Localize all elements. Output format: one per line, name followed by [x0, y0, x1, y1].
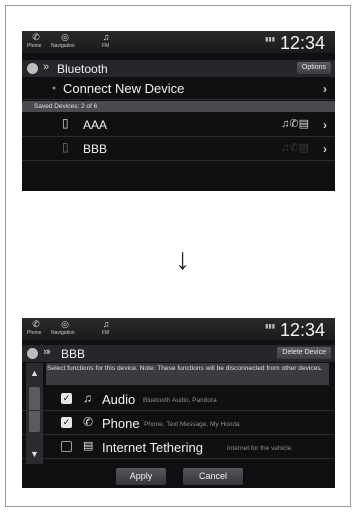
device-features-icons: ♫✆▤ — [281, 118, 309, 130]
breadcrumb-chevron-icon: » — [43, 61, 49, 73]
options-button[interactable]: Options — [296, 62, 331, 74]
chevron-right-icon: › — [323, 142, 327, 156]
instruction-bar: Select functions for this device. Note: … — [46, 363, 329, 385]
phone-device-icon: ▯ — [62, 116, 69, 130]
clock: 12:34 — [279, 33, 325, 53]
page-title: BBB — [61, 347, 86, 361]
connect-new-device-row[interactable]: ● Connect New Device › — [22, 79, 335, 100]
device-name: AAA — [83, 118, 108, 132]
status-bar: ✆ Phone ◎ Navigation ♫ FM ▮▮▮ 12:34 — [22, 318, 335, 340]
function-description: Phone, Text Message, My Honda — [144, 421, 240, 428]
navigation-shortcut-label: Navigation — [51, 330, 75, 336]
device-name: BBB — [83, 142, 108, 156]
navigation-icon[interactable]: ◎ — [54, 319, 76, 329]
signal-icon: ▮▮▮ — [265, 324, 275, 330]
breadcrumb-chevron-icon: »› — [43, 346, 51, 358]
saved-devices-bar: Saved Devices: 2 of 6 — [22, 101, 335, 112]
audio-icon: ♫ — [83, 391, 92, 405]
bluetooth-header: » Bluetooth Options — [22, 60, 335, 77]
tethering-icon: ▤ — [83, 440, 94, 452]
phone-device-icon: ▯ — [62, 140, 69, 154]
bluetooth-screen: ✆ Phone ◎ Navigation ♫ FM ▮▮▮ 12:34 » Bl… — [22, 31, 335, 191]
clock: 12:34 — [279, 320, 325, 340]
function-row-internet-tethering[interactable]: ▤ Internet Tethering Internet for the ve… — [22, 436, 335, 459]
chevron-right-icon: › — [323, 118, 327, 132]
phone-shortcut-label: Phone — [27, 43, 42, 49]
phone-checkbox[interactable]: ✓ — [61, 417, 72, 428]
page-title: Bluetooth — [57, 62, 108, 76]
navigation-shortcut-label: Navigation — [51, 43, 75, 49]
audio-checkbox[interactable]: ✓ — [61, 393, 72, 404]
phone-icon[interactable]: ✆ — [25, 32, 47, 42]
device-features-icons: ♫✆▤ — [281, 142, 309, 154]
function-name: Internet Tethering — [102, 440, 203, 455]
home-icon[interactable] — [27, 63, 38, 74]
fm-icon[interactable]: ♫ — [95, 319, 117, 329]
function-name: Phone — [102, 416, 140, 431]
down-arrow-icon: ↓ — [175, 243, 190, 276]
phone-icon: ✆ — [83, 415, 94, 429]
device-header: »› BBB Delete Device — [22, 345, 335, 362]
bullet-icon: ● — [52, 85, 57, 92]
function-description: Bluetooth Audio, Pandora — [143, 397, 217, 404]
instruction-text: Select functions for this device. Note: … — [47, 365, 323, 372]
function-row-phone[interactable]: ✓ ✆ Phone Phone, Text Message, My Honda — [22, 412, 335, 435]
connect-new-device-label: Connect New Device — [63, 81, 185, 96]
navigation-icon[interactable]: ◎ — [54, 32, 76, 42]
fm-shortcut-label: FM — [102, 330, 110, 336]
function-description: Internet for the vehicle — [227, 445, 292, 452]
function-name: Audio — [102, 392, 136, 407]
fm-shortcut-label: FM — [102, 43, 110, 49]
function-row-audio[interactable]: ✓ ♫ Audio Bluetooth Audio, Pandora — [22, 388, 335, 411]
fm-icon[interactable]: ♫ — [95, 32, 117, 42]
cancel-button[interactable]: Cancel — [183, 468, 243, 485]
apply-button[interactable]: Apply — [116, 468, 166, 485]
chevron-right-icon: › — [323, 82, 327, 96]
delete-device-button[interactable]: Delete Device — [277, 347, 331, 359]
phone-icon[interactable]: ✆ — [25, 319, 47, 329]
home-icon[interactable] — [27, 348, 38, 359]
device-row-bbb[interactable]: ▯ BBB ♫✆▤ › — [22, 138, 335, 161]
signal-icon: ▮▮▮ — [265, 37, 275, 43]
internet-tethering-checkbox[interactable] — [61, 441, 72, 452]
phone-shortcut-label: Phone — [27, 330, 42, 336]
scroll-up-icon[interactable]: ▲ — [30, 368, 39, 378]
device-functions-screen: ✆ Phone ◎ Navigation ♫ FM ▮▮▮ 12:34 »› B… — [22, 318, 335, 488]
status-bar: ✆ Phone ◎ Navigation ♫ FM ▮▮▮ 12:34 — [22, 31, 335, 53]
device-row-aaa[interactable]: ▯ AAA ♫✆▤ › — [22, 114, 335, 137]
